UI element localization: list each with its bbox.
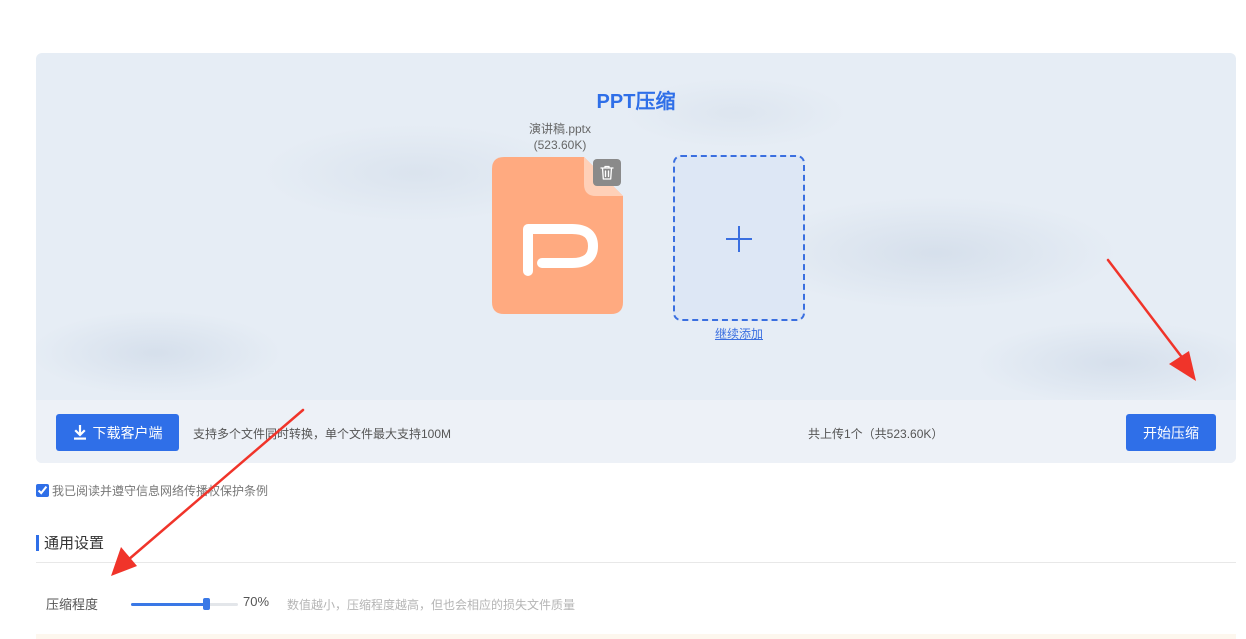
agreement-row[interactable]: 我已阅读并遵守信息网络传播权保护条例 — [36, 482, 268, 499]
add-file-dropzone[interactable] — [673, 155, 805, 321]
download-client-label: 下载客户端 — [92, 424, 163, 441]
slider-fill — [131, 603, 206, 606]
continue-add-link[interactable]: 继续添加 — [704, 325, 774, 342]
file-size: (523.60K) — [533, 138, 587, 152]
upload-count: 共上传1个（共523.60K） — [808, 427, 944, 441]
section-title: 通用设置 — [44, 535, 105, 552]
compress-level-slider[interactable] — [131, 598, 238, 612]
page: PPT压缩 演讲稿.pptx (523.60K) 继续添加 下载客户端 支持多个… — [0, 0, 1246, 639]
compress-level-label: 压缩程度 — [46, 597, 99, 612]
agreement-text: 我已阅读并遵守信息网络传播权保护条例 — [52, 484, 269, 498]
start-compress-button[interactable]: 开始压缩 — [1126, 414, 1216, 451]
download-client-button[interactable]: 下载客户端 — [56, 414, 179, 451]
section-accent-bar — [36, 535, 39, 551]
action-bar: 下载客户端 支持多个文件同时转换，单个文件最大支持100M 共上传1个（共523… — [36, 400, 1236, 463]
support-text: 支持多个文件同时转换，单个文件最大支持100M — [193, 427, 452, 441]
compress-level-hint: 数值越小，压缩程度越高，但也会相应的损失文件质量 — [287, 598, 576, 612]
panel-title: PPT压缩 — [596, 91, 676, 113]
section-header: 通用设置 — [36, 532, 1236, 563]
file-info: 演讲稿.pptx (523.60K) — [506, 121, 614, 153]
file-name: 演讲稿.pptx — [528, 122, 592, 136]
download-icon — [73, 425, 86, 440]
compress-level-value: 70% — [243, 594, 270, 609]
upload-panel: PPT压缩 演讲稿.pptx (523.60K) 继续添加 下载客户端 支持多个… — [36, 53, 1236, 463]
bottom-notice-strip — [36, 634, 1236, 639]
trash-icon — [600, 165, 614, 180]
slider-thumb[interactable] — [202, 598, 210, 610]
delete-file-button[interactable] — [593, 159, 621, 186]
agreement-checkbox[interactable] — [36, 484, 49, 497]
